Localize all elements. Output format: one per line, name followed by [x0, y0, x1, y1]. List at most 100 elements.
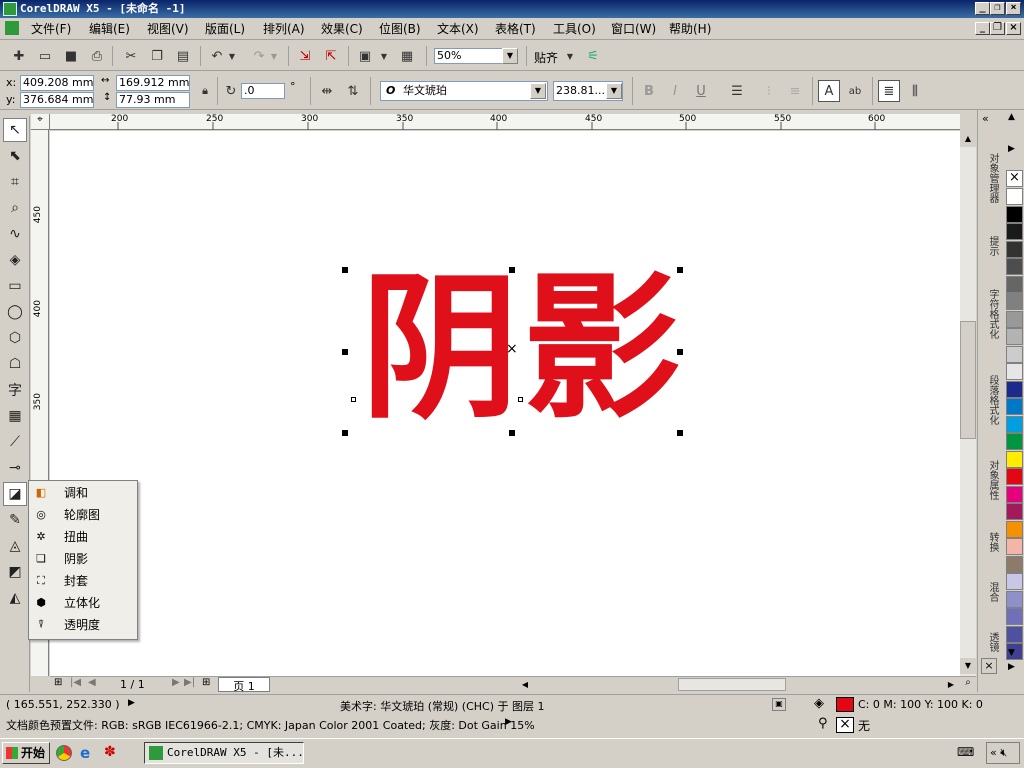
- mirror-horizontal-icon[interactable]: ⇹: [316, 80, 338, 102]
- palette-swatch[interactable]: [1006, 223, 1023, 240]
- palette-swatch[interactable]: [1006, 485, 1023, 503]
- hscroll-thumb[interactable]: [678, 678, 786, 691]
- prev-page-icon[interactable]: ◀: [88, 677, 96, 688]
- snap-dropdown-icon[interactable]: ▼: [564, 45, 576, 67]
- palette-menu-icon[interactable]: ▶: [1008, 144, 1015, 154]
- palette-swatch[interactable]: [1006, 538, 1023, 555]
- paste-icon[interactable]: ▤: [172, 45, 194, 67]
- selection-handle-tr[interactable]: [677, 267, 683, 273]
- palette-scroll-up-icon[interactable]: ▲: [1008, 112, 1015, 122]
- character-node-icon[interactable]: [518, 397, 523, 402]
- application-launcher-icon[interactable]: ▣: [354, 45, 376, 67]
- palette-swatch[interactable]: [1006, 503, 1023, 520]
- zoom-dropdown-icon[interactable]: ▼: [502, 48, 518, 64]
- outline-none-swatch[interactable]: ×: [836, 717, 854, 733]
- chrome-icon[interactable]: [56, 745, 72, 761]
- options-icon[interactable]: ⚟: [582, 45, 604, 67]
- palette-swatch[interactable]: [1006, 450, 1023, 468]
- first-page-icon[interactable]: |◀: [70, 677, 81, 688]
- palette-swatch[interactable]: [1006, 415, 1023, 433]
- docker-collapse-icon[interactable]: «: [982, 112, 989, 125]
- docker-tab-hints[interactable]: 提示: [980, 226, 998, 266]
- lock-ratio-icon[interactable]: 🔒︎: [194, 80, 216, 102]
- font-size-dropdown-icon[interactable]: ▼: [606, 83, 622, 99]
- ie-icon[interactable]: e: [80, 744, 90, 762]
- palette-swatch[interactable]: [1006, 520, 1023, 538]
- y-position-field[interactable]: 376.684 mm: [20, 92, 94, 108]
- add-page-after-icon[interactable]: ⊞: [202, 677, 210, 688]
- edit-text-icon[interactable]: ab: [844, 80, 866, 102]
- palette-swatch[interactable]: [1006, 573, 1023, 590]
- table-tool-icon[interactable]: ▦: [3, 404, 27, 428]
- palette-swatch[interactable]: [1006, 328, 1023, 345]
- freehand-tool-icon[interactable]: ∿: [3, 222, 27, 246]
- text-align-icon[interactable]: ☰: [726, 80, 748, 102]
- palette-swatch[interactable]: [1006, 258, 1023, 275]
- start-button[interactable]: 开始: [2, 742, 50, 764]
- restore-button[interactable]: ❐: [990, 2, 1005, 15]
- bold-icon[interactable]: B: [638, 80, 660, 102]
- palette-swatch[interactable]: [1006, 468, 1023, 485]
- vertical-scrollbar[interactable]: ▲ ▼: [960, 131, 976, 676]
- palette-swatch[interactable]: [1006, 205, 1023, 223]
- docker-tab-object-properties[interactable]: 对象属性: [980, 448, 998, 512]
- docker-tab-character-format[interactable]: 字符格式化: [980, 276, 998, 352]
- character-format-icon[interactable]: A: [818, 80, 840, 102]
- flyout-item-transparency[interactable]: ⍒ 透明度: [29, 614, 137, 636]
- quicklaunch-app-icon[interactable]: ✽: [104, 744, 116, 760]
- fill-color-swatch[interactable]: [836, 697, 854, 712]
- print-icon[interactable]: ⎙: [86, 45, 108, 67]
- doc-restore-button[interactable]: ❐: [990, 22, 1005, 35]
- drop-cap-icon[interactable]: ≡: [784, 80, 806, 102]
- palette-swatch[interactable]: [1006, 590, 1023, 608]
- x-position-field[interactable]: 409.208 mm: [20, 75, 94, 91]
- welcome-screen-icon[interactable]: ▦: [396, 45, 418, 67]
- import-icon[interactable]: ⇲: [294, 45, 316, 67]
- navigator-icon[interactable]: ⌕: [960, 677, 976, 692]
- close-button[interactable]: ×: [1006, 2, 1021, 15]
- menu-edit[interactable]: 编辑(E): [89, 21, 130, 37]
- doc-minimize-button[interactable]: _: [975, 22, 990, 35]
- profile-expand-icon[interactable]: ▶: [505, 717, 512, 727]
- doc-close-button[interactable]: ×: [1006, 22, 1021, 35]
- next-page-icon[interactable]: ▶: [172, 677, 180, 688]
- snap-to-menu[interactable]: 贴齐: [534, 49, 558, 66]
- hscroll-left-icon[interactable]: ◀: [518, 677, 532, 692]
- rotation-field[interactable]: .0: [241, 83, 285, 99]
- flyout-item-blend[interactable]: ◧ 调和: [29, 482, 137, 504]
- palette-expand-icon[interactable]: ▶: [1008, 662, 1015, 672]
- menu-tools[interactable]: 工具(O): [553, 21, 596, 37]
- docker-tab-lens[interactable]: 透镜: [980, 622, 998, 662]
- vertical-text-icon[interactable]: ⫼: [904, 80, 926, 102]
- undo-icon[interactable]: ↶: [206, 45, 228, 67]
- underline-icon[interactable]: U: [690, 80, 712, 102]
- selection-handle-ml[interactable]: [342, 349, 348, 355]
- flyout-item-contour[interactable]: ◎ 轮廓图: [29, 504, 137, 526]
- last-page-icon[interactable]: ▶|: [184, 677, 195, 688]
- crop-tool-icon[interactable]: ⌗: [3, 170, 27, 194]
- font-family-field[interactable]: O 华文琥珀: [380, 81, 548, 101]
- connector-tool-icon[interactable]: ⊸: [3, 456, 27, 480]
- palette-swatch[interactable]: [1006, 363, 1023, 380]
- menu-text[interactable]: 文本(X): [437, 21, 479, 37]
- selection-handle-mr[interactable]: [677, 349, 683, 355]
- redo-dropdown-icon[interactable]: ▼: [268, 45, 280, 67]
- expand-status-icon[interactable]: ▶: [128, 698, 135, 708]
- interactive-effects-tool-icon[interactable]: ◪: [3, 482, 27, 506]
- palette-swatch[interactable]: [1006, 555, 1023, 573]
- docker-tab-transformation[interactable]: 转换: [980, 522, 998, 562]
- zoom-tool-icon[interactable]: ⌕: [3, 196, 27, 220]
- no-color-swatch[interactable]: ×: [1006, 170, 1023, 187]
- new-document-icon[interactable]: ✚: [8, 45, 30, 67]
- selection-handle-bl[interactable]: [342, 430, 348, 436]
- menu-window[interactable]: 窗口(W): [611, 21, 656, 37]
- palette-scroll-down-icon[interactable]: ▼: [1008, 648, 1015, 658]
- palette-swatch[interactable]: [1006, 240, 1023, 258]
- ruler-origin-icon[interactable]: ⌖: [31, 114, 50, 130]
- mirror-vertical-icon[interactable]: ⇅: [342, 80, 364, 102]
- selection-handle-tc[interactable]: [509, 267, 515, 273]
- keyboard-icon[interactable]: ⌨: [957, 745, 974, 759]
- palette-swatch[interactable]: [1006, 433, 1023, 450]
- menu-arrange[interactable]: 排列(A): [263, 21, 305, 37]
- menu-table[interactable]: 表格(T): [495, 21, 536, 37]
